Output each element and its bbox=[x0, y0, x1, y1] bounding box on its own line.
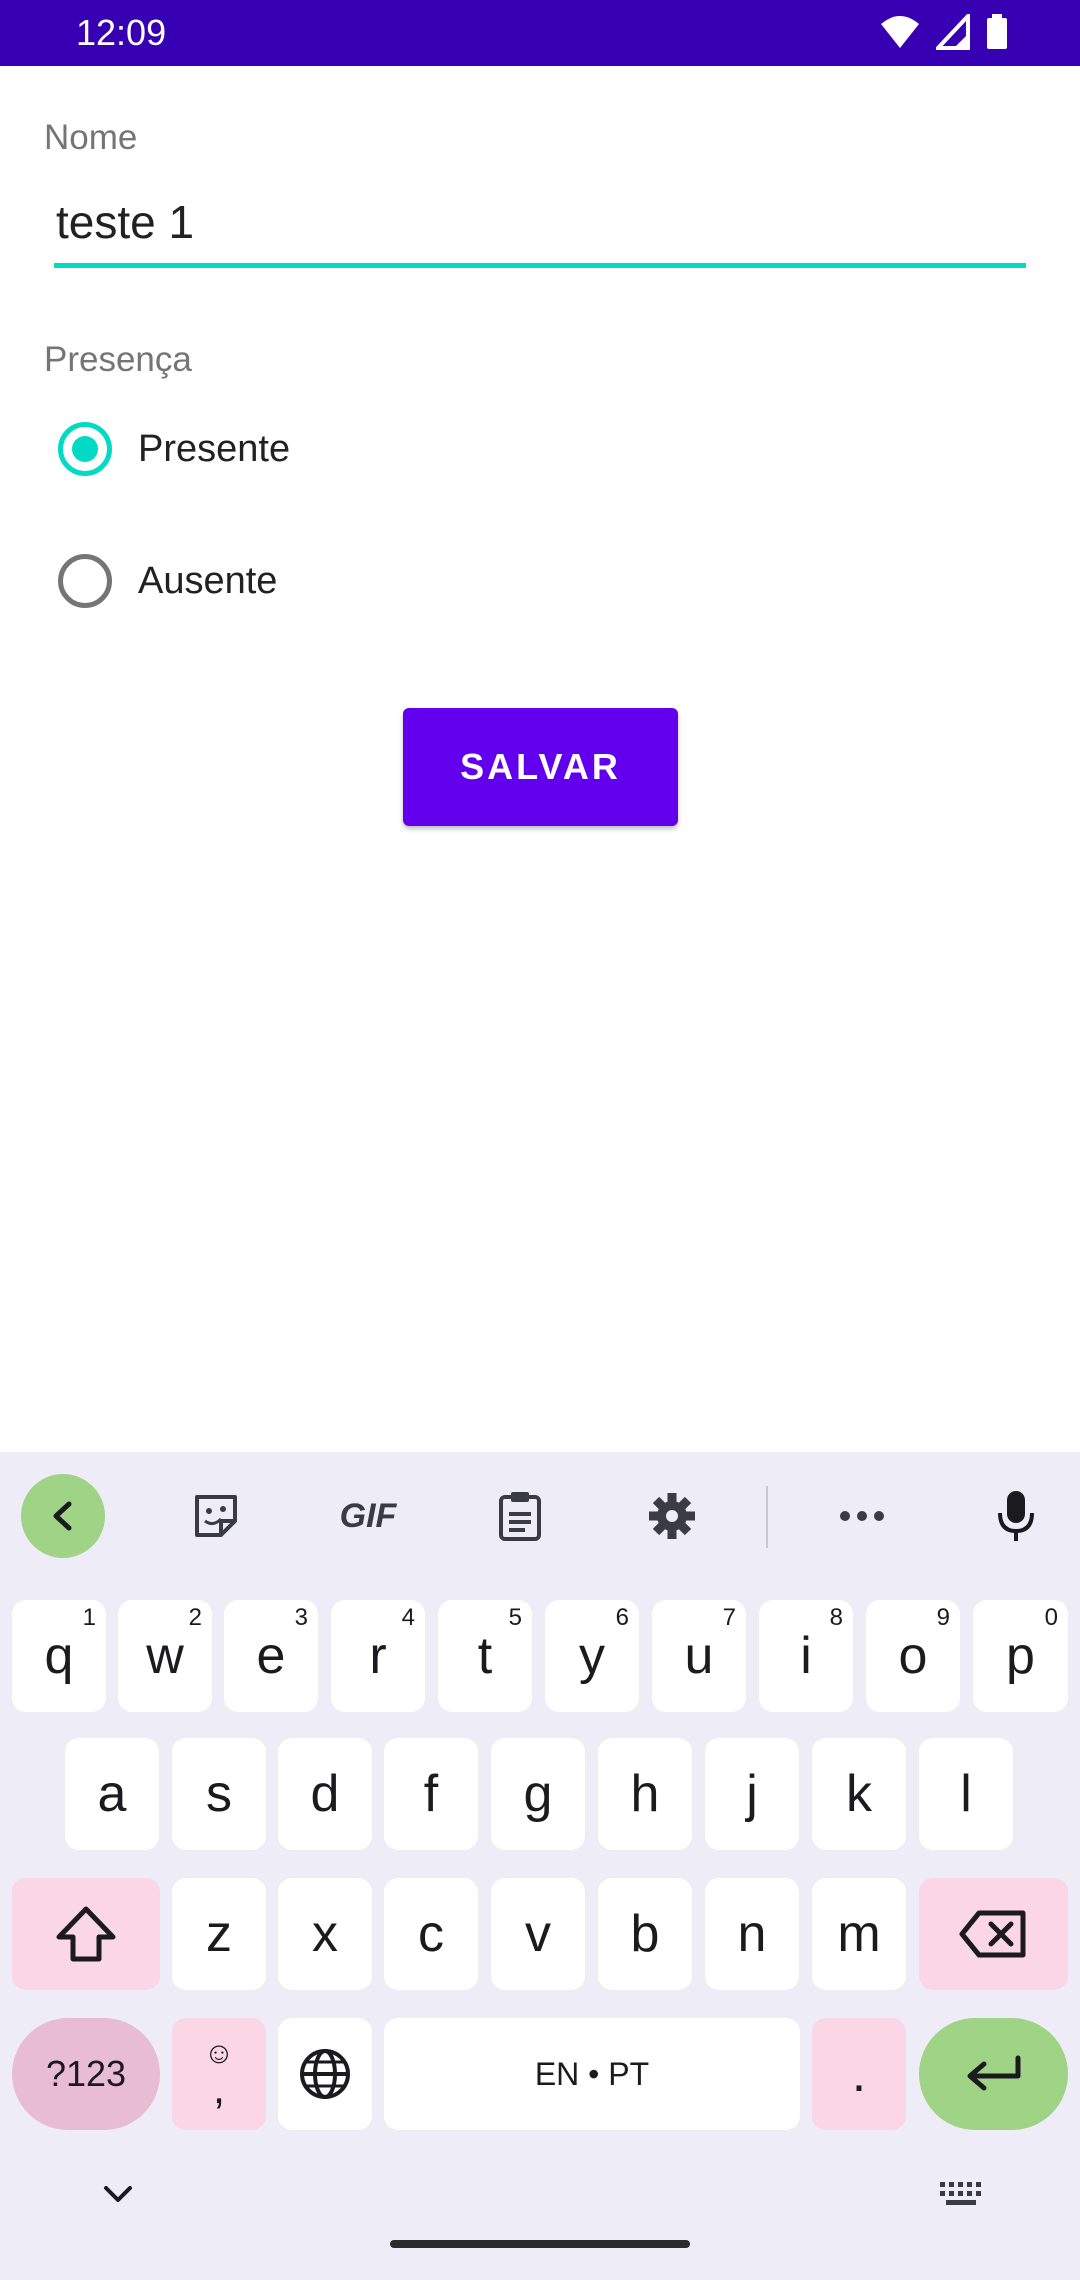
key-u[interactable]: u7 bbox=[652, 1600, 746, 1712]
key-k[interactable]: k bbox=[812, 1738, 906, 1850]
status-time: 12:09 bbox=[76, 12, 167, 53]
key-label: o bbox=[898, 1627, 928, 1685]
chevron-down-icon[interactable] bbox=[96, 2180, 140, 2216]
mic-icon[interactable] bbox=[974, 1474, 1058, 1558]
settings-icon[interactable] bbox=[630, 1474, 714, 1558]
key-hint: 0 bbox=[1044, 1604, 1058, 1631]
enter-key[interactable] bbox=[919, 2018, 1068, 2130]
key-e[interactable]: e3 bbox=[224, 1600, 318, 1712]
key-label: e bbox=[256, 1627, 286, 1685]
key-y[interactable]: y6 bbox=[545, 1600, 639, 1712]
radio-label: Presente bbox=[138, 427, 291, 470]
key-hint: 4 bbox=[401, 1604, 415, 1631]
emoji-comma-key[interactable]: ☺ , bbox=[172, 2018, 266, 2130]
key-s[interactable]: s bbox=[172, 1738, 266, 1850]
key-b[interactable]: b bbox=[598, 1878, 692, 1990]
radio-label: Ausente bbox=[138, 559, 278, 602]
keyboard-icon[interactable] bbox=[938, 2180, 988, 2216]
key-r[interactable]: r4 bbox=[331, 1600, 425, 1712]
radio-unchecked-icon[interactable] bbox=[58, 554, 112, 608]
key-v[interactable]: v bbox=[491, 1878, 585, 1990]
status-icons bbox=[880, 14, 1008, 50]
key-l[interactable]: l bbox=[919, 1738, 1013, 1850]
name-label: Nome bbox=[44, 118, 138, 157]
radio-presente[interactable]: Presente bbox=[58, 422, 290, 476]
key-label: p bbox=[1006, 1627, 1035, 1685]
key-label: u bbox=[684, 1627, 714, 1685]
symbols-key[interactable]: ?123 bbox=[12, 2018, 160, 2130]
key-z[interactable]: z bbox=[172, 1878, 266, 1990]
enter-icon bbox=[967, 2055, 1020, 2091]
key-o[interactable]: o9 bbox=[866, 1600, 960, 1712]
key-c[interactable]: c bbox=[384, 1878, 478, 1990]
gif-label: GIF bbox=[339, 1496, 397, 1535]
key-hint: 8 bbox=[829, 1604, 843, 1631]
key-n[interactable]: n bbox=[705, 1878, 799, 1990]
chevron-left-icon[interactable] bbox=[21, 1474, 105, 1558]
more-icon[interactable] bbox=[820, 1474, 904, 1558]
status-bar: 12:09 bbox=[0, 0, 1080, 66]
key-label: w bbox=[146, 1627, 184, 1685]
clipboard-icon[interactable] bbox=[478, 1474, 562, 1558]
key-j[interactable]: j bbox=[705, 1738, 799, 1850]
battery-icon bbox=[987, 14, 1007, 49]
shift-key[interactable] bbox=[12, 1878, 160, 1990]
wifi-icon bbox=[881, 16, 919, 48]
name-field[interactable] bbox=[54, 190, 1026, 268]
sticker-icon[interactable] bbox=[174, 1474, 258, 1558]
gif-icon[interactable]: GIF bbox=[326, 1474, 410, 1558]
gesture-handle[interactable] bbox=[390, 2240, 690, 2248]
backspace-icon bbox=[959, 1910, 1025, 1958]
key-hint: 9 bbox=[936, 1604, 950, 1631]
radio-ausente[interactable]: Ausente bbox=[58, 554, 277, 608]
key-label: y bbox=[579, 1627, 605, 1685]
keyboard-toolbar: GIF bbox=[0, 1452, 1080, 1582]
navigation-bar bbox=[0, 2170, 1080, 2280]
key-label: i bbox=[800, 1627, 812, 1685]
key-w[interactable]: w2 bbox=[118, 1600, 212, 1712]
toolbar-divider bbox=[766, 1486, 768, 1548]
shift-icon bbox=[56, 1906, 116, 1962]
key-hint: 3 bbox=[294, 1604, 308, 1631]
soft-keyboard: GIF q1 w2 e3 r4 t5 y6 u7 i8 o 9 p 0 a s … bbox=[0, 1452, 1080, 2280]
globe-icon bbox=[300, 2049, 350, 2099]
key-g[interactable]: g bbox=[491, 1738, 585, 1850]
key-f[interactable]: f bbox=[384, 1738, 478, 1850]
backspace-key[interactable] bbox=[919, 1878, 1068, 1990]
key-m[interactable]: m bbox=[812, 1878, 906, 1990]
radio-checked-icon[interactable] bbox=[58, 422, 112, 476]
key-hint: 6 bbox=[615, 1604, 629, 1631]
key-d[interactable]: d bbox=[278, 1738, 372, 1850]
key-h[interactable]: h bbox=[598, 1738, 692, 1850]
key-hint: 5 bbox=[508, 1604, 522, 1631]
space-key[interactable]: EN • PT bbox=[384, 2018, 800, 2130]
key-hint: 7 bbox=[722, 1604, 736, 1631]
presence-label: Presença bbox=[44, 340, 192, 379]
key-q[interactable]: q1 bbox=[12, 1600, 106, 1712]
key-label: t bbox=[477, 1627, 493, 1685]
key-p[interactable]: p0 bbox=[973, 1600, 1068, 1712]
key-hint: 1 bbox=[82, 1604, 96, 1631]
key-a[interactable]: a bbox=[65, 1738, 159, 1850]
key-label: r bbox=[369, 1627, 387, 1685]
period-key[interactable]: . bbox=[812, 2018, 906, 2130]
signal-icon bbox=[936, 14, 970, 50]
key-hint: 2 bbox=[188, 1604, 202, 1631]
key-t[interactable]: t5 bbox=[438, 1600, 532, 1712]
key-label: q bbox=[44, 1627, 74, 1685]
comma-label: , bbox=[212, 2064, 226, 2113]
key-x[interactable]: x bbox=[278, 1878, 372, 1990]
key-i[interactable]: i8 bbox=[759, 1600, 853, 1712]
globe-key[interactable] bbox=[278, 2018, 372, 2130]
save-button[interactable]: SALVAR bbox=[403, 708, 678, 826]
